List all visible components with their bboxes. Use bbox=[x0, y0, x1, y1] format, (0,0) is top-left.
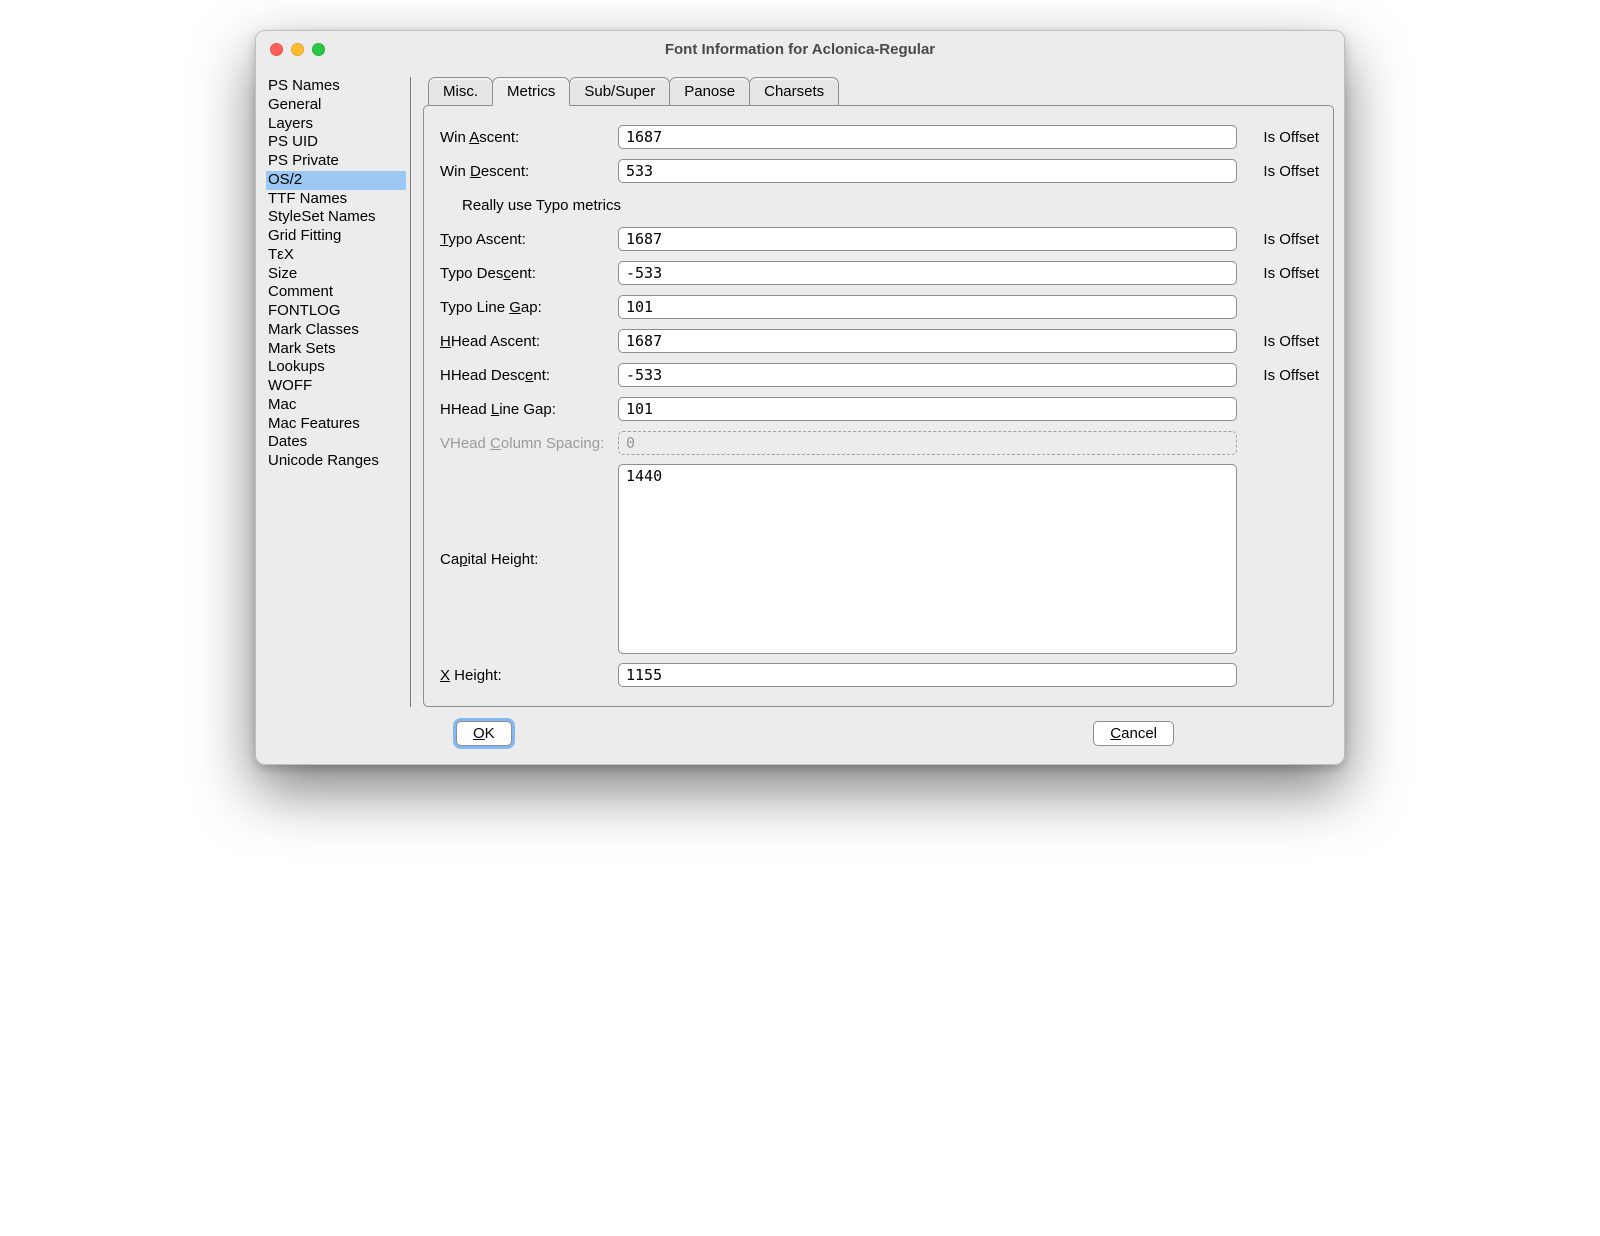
win-descent-offset-label[interactable]: Is Offset bbox=[1237, 163, 1319, 180]
win-descent-label: Win Descent: bbox=[440, 163, 618, 180]
titlebar: Font Information for Aclonica-Regular bbox=[256, 31, 1344, 67]
tab-metrics[interactable]: Metrics bbox=[492, 77, 570, 106]
typo-ascent-label: Typo Ascent: bbox=[440, 231, 618, 248]
typo-ascent-offset-label[interactable]: Is Offset bbox=[1237, 231, 1319, 248]
dialog-body: PS Names General Layers PS UID PS Privat… bbox=[256, 67, 1344, 707]
sidebar-item-dates[interactable]: Dates bbox=[266, 433, 406, 452]
vhead-col-spacing-input bbox=[618, 431, 1237, 455]
tab-sub-super[interactable]: Sub/Super bbox=[569, 77, 670, 106]
typo-descent-input[interactable] bbox=[618, 261, 1237, 285]
sidebar-item-tex[interactable]: TεX bbox=[266, 246, 406, 265]
hhead-line-gap-label: HHead Line Gap: bbox=[440, 401, 618, 418]
footer: OK Cancel bbox=[256, 707, 1344, 764]
sidebar-item-mac[interactable]: Mac bbox=[266, 396, 406, 415]
typo-descent-offset-label[interactable]: Is Offset bbox=[1237, 265, 1319, 282]
win-descent-input[interactable] bbox=[618, 159, 1237, 183]
typo-line-gap-label: Typo Line Gap: bbox=[440, 299, 618, 316]
ok-button[interactable]: OK bbox=[456, 721, 512, 746]
sidebar-item-grid-fitting[interactable]: Grid Fitting bbox=[266, 227, 406, 246]
really-use-typo-checkbox-label[interactable]: Really use Typo metrics bbox=[440, 197, 621, 214]
tab-charsets[interactable]: Charsets bbox=[749, 77, 839, 106]
x-height-label: X Height: bbox=[440, 667, 618, 684]
window-title: Font Information for Aclonica-Regular bbox=[256, 41, 1344, 58]
vhead-col-spacing-label: VHead Column Spacing: bbox=[440, 435, 618, 452]
hhead-line-gap-input[interactable] bbox=[618, 397, 1237, 421]
sidebar-item-mark-sets[interactable]: Mark Sets bbox=[266, 340, 406, 359]
hhead-descent-input[interactable] bbox=[618, 363, 1237, 387]
hhead-descent-label: HHead Descent: bbox=[440, 367, 618, 384]
sidebar-item-ttf-names[interactable]: TTF Names bbox=[266, 190, 406, 209]
hhead-ascent-offset-label[interactable]: Is Offset bbox=[1237, 333, 1319, 350]
typo-ascent-input[interactable] bbox=[618, 227, 1237, 251]
hhead-descent-offset-label[interactable]: Is Offset bbox=[1237, 367, 1319, 384]
sidebar-item-fontlog[interactable]: FONTLOG bbox=[266, 302, 406, 321]
capital-height-label: Capital Height: bbox=[440, 551, 618, 568]
metrics-panel: Win Ascent: Is Offset Win Descent: Is Of… bbox=[423, 105, 1334, 707]
sidebar-item-lookups[interactable]: Lookups bbox=[266, 358, 406, 377]
sidebar-item-os2[interactable]: OS/2 bbox=[266, 171, 406, 190]
sidebar-item-general[interactable]: General bbox=[266, 96, 406, 115]
win-ascent-label: Win Ascent: bbox=[440, 129, 618, 146]
typo-line-gap-input[interactable] bbox=[618, 295, 1237, 319]
font-info-window: Font Information for Aclonica-Regular PS… bbox=[255, 30, 1345, 765]
sidebar-item-size[interactable]: Size bbox=[266, 265, 406, 284]
tab-panose[interactable]: Panose bbox=[669, 77, 750, 106]
tab-misc[interactable]: Misc. bbox=[428, 77, 493, 106]
sidebar-item-comment[interactable]: Comment bbox=[266, 283, 406, 302]
capital-height-input[interactable] bbox=[618, 464, 1237, 654]
win-ascent-input[interactable] bbox=[618, 125, 1237, 149]
sidebar-item-ps-uid[interactable]: PS UID bbox=[266, 133, 406, 152]
sidebar-item-layers[interactable]: Layers bbox=[266, 115, 406, 134]
sidebar-item-ps-private[interactable]: PS Private bbox=[266, 152, 406, 171]
hhead-ascent-input[interactable] bbox=[618, 329, 1237, 353]
sidebar-item-unicode-ranges[interactable]: Unicode Ranges bbox=[266, 452, 406, 471]
win-ascent-offset-label[interactable]: Is Offset bbox=[1237, 129, 1319, 146]
tabbar: Misc. Metrics Sub/Super Panose Charsets bbox=[423, 77, 1334, 106]
sidebar-item-styleset-names[interactable]: StyleSet Names bbox=[266, 208, 406, 227]
sidebar-item-mac-features[interactable]: Mac Features bbox=[266, 415, 406, 434]
cancel-button[interactable]: Cancel bbox=[1093, 721, 1174, 746]
hhead-ascent-label: HHead Ascent: bbox=[440, 333, 618, 350]
x-height-input[interactable] bbox=[618, 663, 1237, 687]
sidebar-item-woff[interactable]: WOFF bbox=[266, 377, 406, 396]
sidebar-item-mark-classes[interactable]: Mark Classes bbox=[266, 321, 406, 340]
sidebar: PS Names General Layers PS UID PS Privat… bbox=[266, 77, 411, 707]
typo-descent-label: Typo Descent: bbox=[440, 265, 618, 282]
content-area: Misc. Metrics Sub/Super Panose Charsets … bbox=[411, 77, 1334, 707]
sidebar-item-ps-names[interactable]: PS Names bbox=[266, 77, 406, 96]
